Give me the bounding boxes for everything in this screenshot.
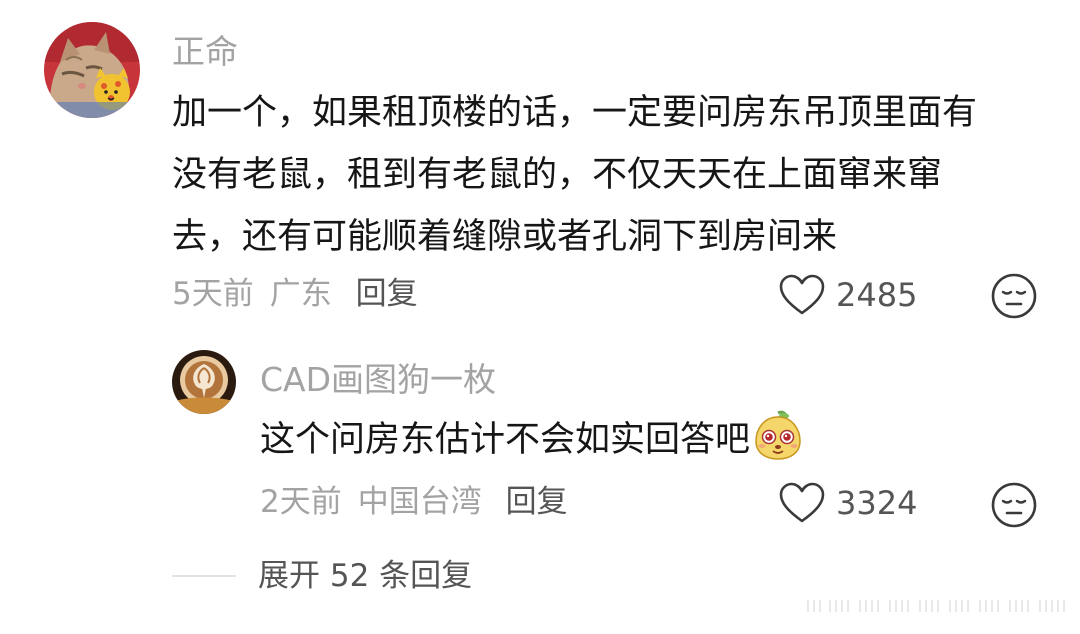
reply-meta: 2天前 中国台湾 回复 <box>260 482 568 522</box>
reply-time: 2天前 <box>260 484 342 520</box>
comment-line: 去，还有可能顺着缝隙或者孔洞下到房间来 <box>172 217 838 257</box>
reply-reply-button[interactable]: 回复 <box>506 484 568 520</box>
comment-like-button[interactable]: 2485 <box>778 270 917 320</box>
neutral-face-icon[interactable] <box>990 272 1038 320</box>
reply-location: 中国台湾 <box>357 484 482 520</box>
expand-divider <box>172 575 236 577</box>
reply-line: 这个问房东估计不会如实回答吧 <box>260 409 804 471</box>
comment-body: 加一个，如果租顶楼的话，一定要问房东吊顶里面有 没有老鼠，租到有老鼠的，不仅天天… <box>172 82 977 268</box>
comment-thread: 正命 加一个，如果租顶楼的话，一定要问房东吊顶里面有 没有老鼠，租到有老鼠的，不… <box>0 0 1080 634</box>
comment-location: 广东 <box>269 276 332 312</box>
cute-face-sticker-icon <box>752 409 804 461</box>
comment-like-count: 2485 <box>836 276 918 314</box>
reply-text: 这个问房东估计不会如实回答吧 <box>260 420 751 460</box>
latte-art-avatar-icon[interactable] <box>172 350 236 414</box>
comment-line: 没有老鼠，租到有老鼠的，不仅天天在上面窜来窜 <box>172 155 943 195</box>
reply-body: 这个问房东估计不会如实回答吧 <box>260 409 804 471</box>
reply-like-count: 3324 <box>836 484 918 522</box>
heart-outline-icon <box>779 482 825 523</box>
comment-time: 5天前 <box>172 276 254 312</box>
expand-replies-button[interactable]: 展开 52 条回复 <box>258 556 472 596</box>
comment-line: 加一个，如果租顶楼的话，一定要问房东吊顶里面有 <box>172 93 978 133</box>
comment-username[interactable]: 正命 <box>172 32 238 72</box>
watermark-icon <box>807 600 1065 612</box>
reply-username[interactable]: CAD画图狗一枚 <box>260 360 496 400</box>
heart-outline-icon <box>779 274 825 315</box>
comment-meta: 5天前 广东 回复 <box>172 274 418 314</box>
neutral-face-icon[interactable] <box>990 481 1038 529</box>
cat-avatar-icon[interactable] <box>44 22 140 118</box>
reply-like-button[interactable]: 3324 <box>778 478 917 528</box>
comment-reply-button[interactable]: 回复 <box>356 276 418 312</box>
